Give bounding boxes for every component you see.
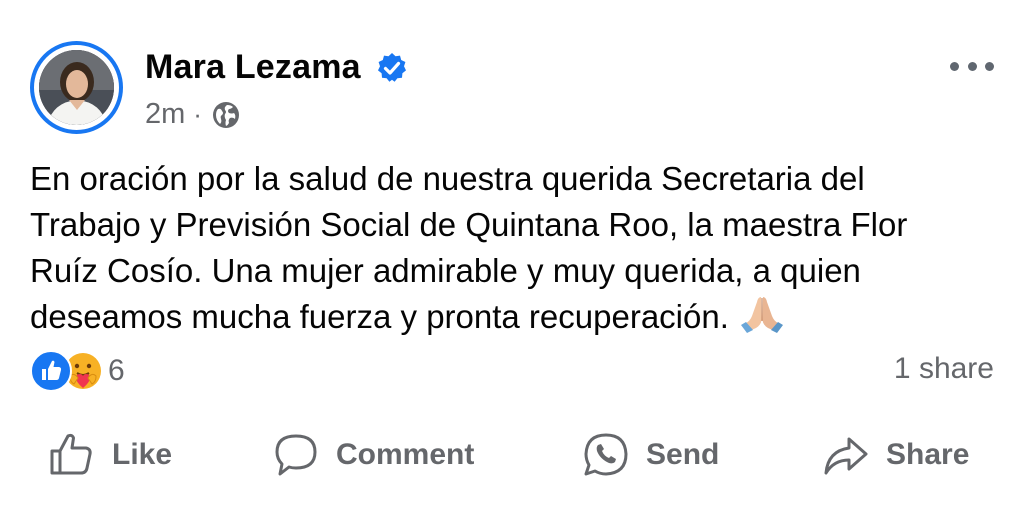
post-text-line: Trabajo y Previsión Social de Quintana R…: [30, 206, 908, 243]
verified-badge-icon: [378, 53, 406, 82]
post-text: En oración por la salud de nuestra queri…: [30, 156, 1005, 340]
comment-bubble-icon: [275, 434, 317, 476]
like-reaction-icon: [30, 350, 72, 392]
share-count[interactable]: 1 share: [894, 352, 994, 386]
like-label: Like: [112, 438, 173, 471]
share-arrow-icon: [824, 437, 868, 475]
reactions-summary[interactable]: 6: [30, 350, 125, 392]
action-bar: Like Comment Send Share: [0, 425, 1024, 485]
post-text-line: deseamos mucha fuerza y pronta recuperac…: [30, 298, 729, 335]
profile-photo: [39, 50, 114, 125]
share-button[interactable]: Share: [822, 425, 969, 485]
more-dot-icon: [967, 61, 977, 71]
meta-separator: ·: [193, 99, 202, 129]
like-button[interactable]: Like: [48, 425, 172, 485]
send-label: Send: [646, 438, 720, 471]
story-ring[interactable]: [30, 41, 123, 134]
post-text-line: Ruíz Cosío. Una mujer admirable y muy qu…: [30, 252, 861, 289]
author-name[interactable]: Mara Lezama: [145, 48, 361, 87]
post-text-line: En oración por la salud de nuestra queri…: [30, 160, 865, 197]
post-timestamp[interactable]: 2m: [145, 98, 185, 131]
post-text-line-last: deseamos mucha fuerza y pronta recuperac…: [30, 294, 1005, 340]
more-dot-icon: [950, 61, 959, 71]
more-options-button[interactable]: [950, 56, 994, 76]
avatar[interactable]: [39, 50, 114, 125]
globe-icon: [212, 101, 239, 128]
reaction-count[interactable]: 6: [108, 354, 125, 388]
post-meta: 2m ·: [145, 98, 240, 131]
share-label: Share: [886, 438, 970, 471]
post-card: Mara Lezama 2m · En oración por la salud…: [0, 0, 1024, 506]
whatsapp-icon: [584, 433, 628, 476]
folded-hands-emoji: [740, 297, 783, 333]
thumbs-up-icon: [50, 433, 92, 475]
send-button[interactable]: Send: [582, 425, 719, 485]
more-dot-icon: [985, 61, 994, 71]
comment-button[interactable]: Comment: [272, 425, 474, 485]
comment-label: Comment: [336, 438, 475, 471]
